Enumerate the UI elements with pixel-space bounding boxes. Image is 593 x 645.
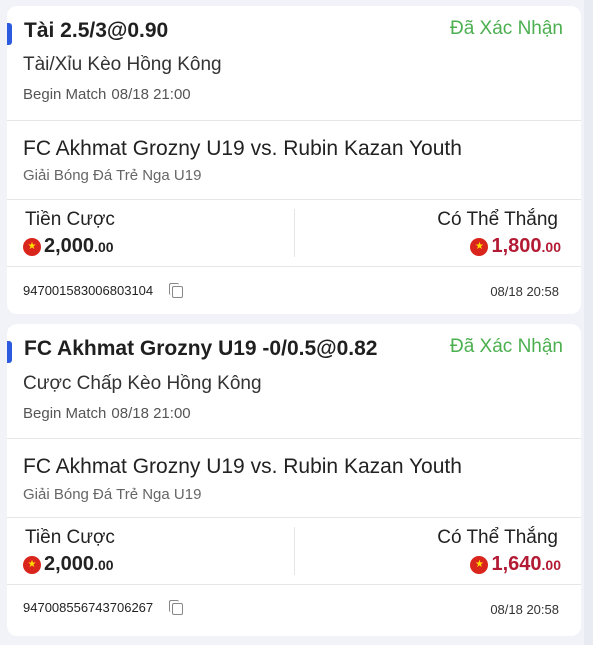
divider [7,120,581,121]
ticket-id-text: 947008556743706267 [23,600,154,615]
divider [7,266,581,267]
divider [7,199,581,200]
ticket-id: 947008556743706267 [23,600,184,615]
begin-match-time: 08/18 21:00 [111,86,191,103]
stake-label: Tiền Cược [25,209,115,230]
win-amount-decimal: .00 [541,556,561,573]
win-amount-decimal: .00 [541,238,561,255]
potential-win-label: Có Thể Thắng [437,209,558,230]
bet-market: Cược Chấp Kèo Hồng Kông [23,373,262,394]
win-amount-integer: 1,800 [491,235,542,257]
begin-match: Begin Match 08/18 21:00 [23,405,191,422]
stake-amount-integer: 2,000 [44,235,95,257]
stake-amount-decimal: .00 [94,556,114,573]
vertical-divider [294,209,295,257]
vertical-divider [294,527,295,575]
match-name: FC Akhmat Grozny U19 vs. Rubin Kazan You… [23,137,462,160]
vietnam-flag-icon [470,555,489,574]
league-name: Giải Bóng Đá Trẻ Nga U19 [23,167,202,184]
league-name: Giải Bóng Đá Trẻ Nga U19 [23,486,202,503]
stake-amount: 2,000.00 [23,235,114,258]
begin-match-label: Begin Match [23,405,107,422]
bet-card[interactable]: Tài 2.5/3@0.90 Đã Xác Nhận Tài/Xỉu Kèo H… [7,6,581,314]
potential-win-label: Có Thể Thắng [437,527,558,548]
placed-time: 08/18 20:58 [490,602,559,617]
bet-market: Tài/Xỉu Kèo Hồng Kông [23,54,222,75]
stake-amount-decimal: .00 [94,238,114,255]
stake-label: Tiền Cược [25,527,115,548]
potential-win-amount: 1,640.00 [470,553,561,576]
bet-card[interactable]: FC Akhmat Grozny U19 -0/0.5@0.82 Đã Xác … [7,324,581,636]
status-badge: Đã Xác Nhận [449,18,563,39]
stake-amount-integer: 2,000 [44,553,95,575]
vietnam-flag-icon [470,237,489,256]
begin-match: Begin Match 08/18 21:00 [23,86,191,103]
ticket-id-text: 947001583006803104 [23,283,154,298]
status-badge: Đã Xác Nhận [449,336,563,357]
ticket-id: 947001583006803104 [23,283,184,298]
divider [7,584,581,585]
potential-win-amount: 1,800.00 [470,235,561,258]
match-name: FC Akhmat Grozny U19 vs. Rubin Kazan You… [23,455,462,478]
stake-amount: 2,000.00 [23,553,114,576]
page-edge [584,0,593,645]
begin-match-label: Begin Match [23,86,107,103]
placed-time: 08/18 20:58 [490,284,559,299]
vietnam-flag-icon [23,237,41,256]
begin-match-time: 08/18 21:00 [111,405,191,422]
divider [7,438,581,439]
win-amount-integer: 1,640 [491,553,542,575]
bet-selection-title: Tài 2.5/3@0.90 [24,19,169,42]
divider [7,517,581,518]
bet-selection-title: FC Akhmat Grozny U19 -0/0.5@0.82 [24,337,378,360]
card-accent-bar [7,23,12,45]
card-accent-bar [7,341,12,363]
copy-icon[interactable] [169,600,184,615]
copy-icon[interactable] [169,283,184,298]
vietnam-flag-icon [23,555,41,574]
